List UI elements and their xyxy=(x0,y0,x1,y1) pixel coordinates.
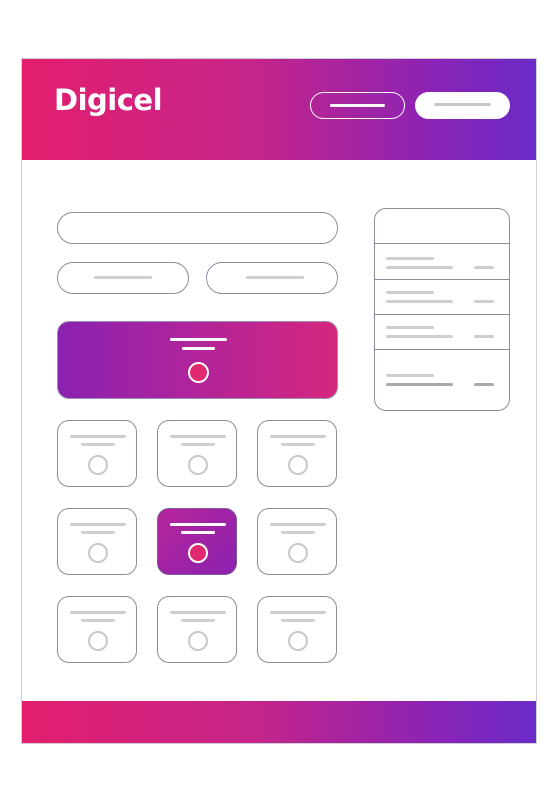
tile-subtitle-line xyxy=(281,619,315,622)
header-bar: Digicel xyxy=(22,59,536,160)
tile-title-line xyxy=(70,611,126,614)
summary-price-line xyxy=(474,266,494,269)
option-tile[interactable] xyxy=(57,420,137,487)
input-placeholder-line xyxy=(94,276,152,279)
summary-total-line xyxy=(386,383,453,386)
summary-value-line xyxy=(386,335,453,338)
button-label-placeholder xyxy=(330,104,385,107)
option-tile[interactable] xyxy=(57,596,137,663)
tile-subtitle-line xyxy=(181,531,215,534)
radio-dot-icon xyxy=(288,455,308,475)
radio-dot-icon xyxy=(188,455,208,475)
option-tile[interactable] xyxy=(257,420,337,487)
radio-dot-icon xyxy=(288,543,308,563)
summary-price-line xyxy=(474,335,494,338)
option-tile[interactable] xyxy=(257,508,337,575)
tile-title-line xyxy=(170,523,226,526)
option-tile-selected[interactable] xyxy=(157,508,237,575)
radio-dot-icon xyxy=(88,543,108,563)
radio-dot-icon xyxy=(88,455,108,475)
page-frame: Digicel xyxy=(21,58,537,744)
tile-subtitle-line xyxy=(181,443,215,446)
tile-subtitle-line xyxy=(81,531,115,534)
summary-value-line xyxy=(386,300,453,303)
tile-title-line xyxy=(270,523,326,526)
radio-dot-icon xyxy=(88,631,108,651)
half-input-left[interactable] xyxy=(57,262,189,294)
input-placeholder-line xyxy=(246,276,304,279)
header-solid-button[interactable] xyxy=(415,92,510,119)
summary-price-line xyxy=(474,300,494,303)
option-tile[interactable] xyxy=(57,508,137,575)
summary-row xyxy=(375,243,509,279)
tile-title-line xyxy=(70,523,126,526)
tile-subtitle-line xyxy=(81,443,115,446)
tile-title-line xyxy=(270,435,326,438)
summary-value-line xyxy=(386,266,453,269)
option-tile[interactable] xyxy=(157,420,237,487)
summary-total-row xyxy=(375,349,509,410)
header-outline-button[interactable] xyxy=(310,92,405,119)
option-tile[interactable] xyxy=(157,596,237,663)
button-label-placeholder xyxy=(434,103,491,106)
summary-label-line xyxy=(386,291,434,294)
summary-row xyxy=(375,314,509,350)
footer-bar xyxy=(22,701,536,743)
radio-dot-icon xyxy=(188,631,208,651)
summary-row xyxy=(375,279,509,315)
radio-dot-icon xyxy=(188,543,208,563)
featured-option-card[interactable] xyxy=(57,321,338,399)
tile-subtitle-line xyxy=(181,619,215,622)
summary-total-price-line xyxy=(474,383,494,386)
summary-label-line xyxy=(386,326,434,329)
order-summary-panel xyxy=(374,208,510,411)
half-input-right[interactable] xyxy=(206,262,338,294)
card-subtitle-line xyxy=(182,347,215,350)
summary-label-line xyxy=(386,257,434,260)
option-tile[interactable] xyxy=(257,596,337,663)
radio-dot-icon xyxy=(288,631,308,651)
summary-label-line xyxy=(386,374,434,377)
tile-subtitle-line xyxy=(281,443,315,446)
brand-logo[interactable]: Digicel xyxy=(54,83,163,117)
tile-title-line xyxy=(170,611,226,614)
tile-subtitle-line xyxy=(81,619,115,622)
card-title-line xyxy=(170,338,227,341)
text-input-field[interactable] xyxy=(57,212,338,244)
tile-title-line xyxy=(70,435,126,438)
tile-title-line xyxy=(170,435,226,438)
radio-dot-icon xyxy=(188,362,209,383)
tile-subtitle-line xyxy=(281,531,315,534)
tile-title-line xyxy=(270,611,326,614)
